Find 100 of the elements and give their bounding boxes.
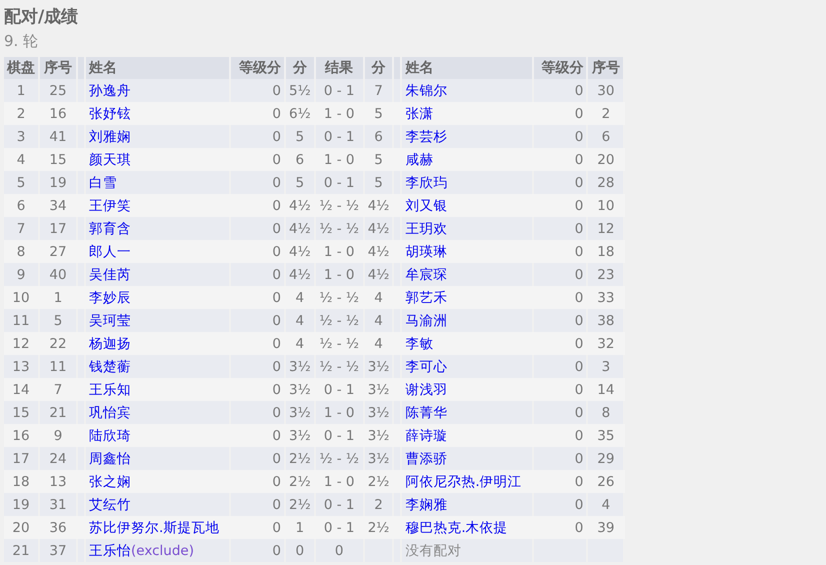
points-value: 4	[286, 332, 316, 355]
board-number: 3	[4, 125, 40, 148]
points-value: 3½	[286, 401, 316, 424]
result-value: ½ - ½	[316, 332, 365, 355]
rating-value: 0	[534, 378, 588, 401]
rating-value: 0	[231, 148, 286, 171]
rating-value: 0	[534, 401, 588, 424]
player-number: 30	[588, 79, 626, 102]
rating-value: 0	[231, 355, 286, 378]
points-value: 3½	[364, 447, 394, 470]
points-value: 1	[286, 516, 316, 539]
player-number: 19	[40, 171, 78, 194]
column-header: 等级分	[231, 57, 286, 79]
points-value: 0	[286, 539, 316, 562]
points-value: 4½	[286, 194, 316, 217]
points-value: 3½	[286, 424, 316, 447]
player-number: 33	[588, 286, 626, 309]
board-number: 13	[4, 355, 40, 378]
rating-value: 0	[231, 263, 286, 286]
player-number: 1	[40, 286, 78, 309]
board-number: 4	[4, 148, 40, 171]
points-value: 4½	[364, 217, 394, 240]
board-number: 9	[4, 263, 40, 286]
points-value: 7	[364, 79, 394, 102]
column-header: 分	[286, 57, 316, 79]
player-number: 8	[588, 401, 626, 424]
points-value: 3½	[364, 424, 394, 447]
rating-value: 0	[231, 125, 286, 148]
points-value: 4	[364, 286, 394, 309]
player-link[interactable]: 咸赫	[405, 152, 434, 168]
player-number: 17	[40, 217, 78, 240]
player-number: 10	[588, 194, 626, 217]
result-value: 0	[316, 539, 365, 562]
rating-value: 0	[231, 378, 286, 401]
player-number: 34	[40, 194, 78, 217]
player-link[interactable]: 李敏	[405, 336, 434, 352]
column-header: 分	[364, 57, 394, 79]
player-number: 2	[588, 102, 626, 125]
rating-value: 0	[231, 217, 286, 240]
rating-value: 0	[231, 470, 286, 493]
result-value: ½ - ½	[316, 355, 365, 378]
player-number: 27	[40, 240, 78, 263]
points-value: 5	[364, 148, 394, 171]
rating-value: 0	[231, 447, 286, 470]
player-number: 7	[40, 378, 78, 401]
column-header: 姓名	[86, 57, 231, 79]
board-number: 12	[4, 332, 40, 355]
result-value: 1 - 0	[316, 263, 365, 286]
result-value: 0 - 1	[316, 516, 365, 539]
rating-value: 0	[534, 125, 588, 148]
points-value: 6	[286, 148, 316, 171]
rating-value: 0	[534, 79, 588, 102]
player-number: 32	[588, 332, 626, 355]
no-pairing-text: 没有配对	[402, 539, 534, 562]
column-header: 棋盘	[4, 57, 40, 79]
result-value: ½ - ½	[316, 447, 365, 470]
column-header: 序号	[40, 57, 78, 79]
points-value: 4	[364, 332, 394, 355]
player-number: 3	[588, 355, 626, 378]
board-number: 2	[4, 102, 40, 125]
rating-value: 0	[534, 447, 588, 470]
board-number: 6	[4, 194, 40, 217]
rating-value: 0	[231, 401, 286, 424]
player-link[interactable]: 王乐怡	[89, 542, 131, 558]
rating-value: 0	[534, 102, 588, 125]
player-number: 14	[588, 378, 626, 401]
result-value: 0 - 1	[316, 171, 365, 194]
player-number: 24	[40, 447, 78, 470]
board-number: 18	[4, 470, 40, 493]
board-number: 8	[4, 240, 40, 263]
player-number: 37	[40, 539, 78, 562]
points-value: 6½	[286, 102, 316, 125]
points-value: 2½	[286, 493, 316, 516]
player-link[interactable]: 白雪	[89, 174, 117, 190]
rating-value: 0	[534, 424, 588, 447]
player-number: 18	[588, 240, 626, 263]
player-number: 36	[40, 516, 78, 539]
player-number: 28	[588, 171, 626, 194]
board-number: 7	[4, 217, 40, 240]
rating-value: 0	[534, 493, 588, 516]
player-number: 40	[40, 263, 78, 286]
player-number: 6	[588, 125, 626, 148]
points-value: 4	[364, 309, 394, 332]
player-number: 29	[588, 447, 626, 470]
rating-value: 0	[534, 286, 588, 309]
rating-value: 0	[534, 194, 588, 217]
board-number: 10	[4, 286, 40, 309]
points-value: 4½	[364, 240, 394, 263]
points-value: 2½	[286, 447, 316, 470]
column-header: 等级分	[534, 57, 588, 79]
board-number: 16	[4, 424, 40, 447]
player-link[interactable]: 张潇	[405, 106, 434, 122]
player-number: 15	[40, 148, 78, 171]
player-number: 25	[40, 79, 78, 102]
rating-value: 0	[231, 332, 286, 355]
result-value: 1 - 0	[316, 240, 365, 263]
points-value: 2½	[286, 470, 316, 493]
points-value: 4	[286, 309, 316, 332]
points-value: 4½	[364, 194, 394, 217]
points-value: 3½	[364, 378, 394, 401]
